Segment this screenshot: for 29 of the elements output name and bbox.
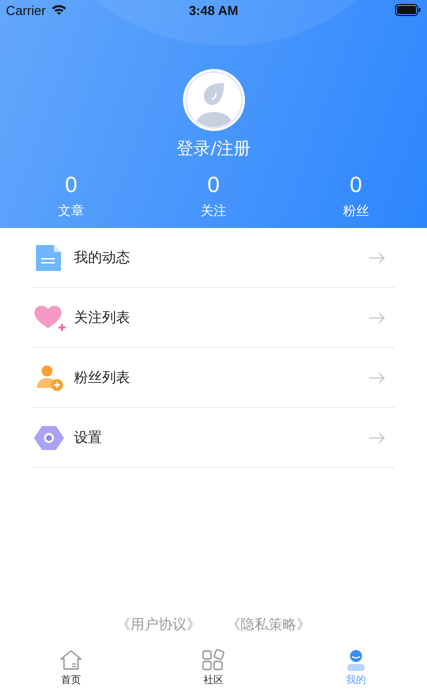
- tab-item[interactable]: 首页: [0, 642, 142, 694]
- house-icon: [59, 649, 84, 671]
- clock-time: 3:48 AM: [188, 2, 238, 18]
- battery-icon: [395, 4, 421, 16]
- grid-icon: [201, 649, 226, 671]
- menu-item[interactable]: 我的动态: [32, 228, 395, 288]
- menu-label: 设置: [74, 428, 103, 446]
- avatar-icon[interactable]: [182, 68, 246, 132]
- menu-label: 我的动态: [74, 248, 131, 266]
- wifi-icon: [50, 4, 67, 16]
- menu-item[interactable]: 粉丝列表: [32, 348, 395, 408]
- arrow-right-icon: [369, 312, 385, 324]
- stat-label: 关注: [200, 203, 226, 220]
- menu-label: 粉丝列表: [74, 368, 131, 386]
- stat-label: 粉丝: [342, 203, 369, 220]
- carrier-label: Carrier: [6, 2, 46, 18]
- tab-item[interactable]: 社区: [142, 642, 285, 694]
- arrow-right-icon: [369, 252, 385, 264]
- menu-label: 关注列表: [74, 308, 131, 326]
- settings-icon: [32, 424, 66, 450]
- heart-plus-icon: [32, 304, 66, 332]
- stat-count: 0: [65, 172, 78, 198]
- stat-count: 0: [207, 172, 220, 198]
- arrow-right-icon: [369, 372, 385, 384]
- arrow-right-icon: [369, 432, 385, 444]
- stat-label: 文章: [58, 203, 84, 220]
- menu-item[interactable]: 关注列表: [32, 288, 395, 348]
- menu-item[interactable]: 设置: [32, 408, 395, 468]
- stat-count: 0: [350, 172, 362, 198]
